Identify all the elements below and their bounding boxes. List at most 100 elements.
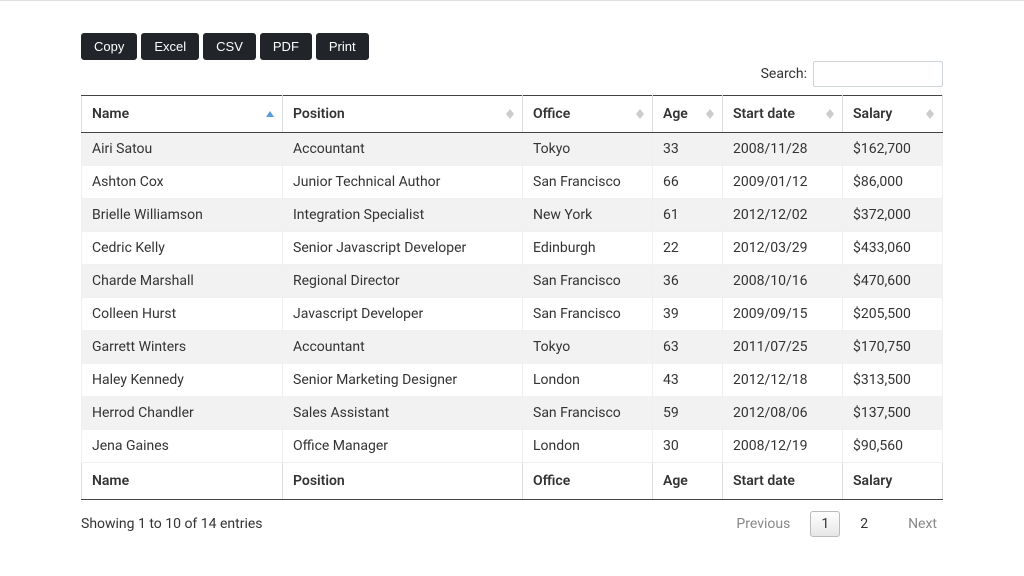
- column-footer-start-date: Start date: [723, 463, 843, 500]
- cell-salary: $433,060: [843, 232, 943, 265]
- cell-name: Colleen Hurst: [82, 298, 283, 331]
- cell-age: 61: [653, 199, 723, 232]
- column-footer-name: Name: [82, 463, 283, 500]
- pagination-previous[interactable]: Previous: [730, 512, 796, 536]
- table-info: Showing 1 to 10 of 14 entries: [81, 516, 263, 532]
- column-header-label: Name: [92, 106, 129, 122]
- sort-both-icon: [636, 109, 644, 119]
- cell-office: London: [523, 430, 653, 463]
- column-header-start-date[interactable]: Start date: [723, 96, 843, 133]
- cell-office: Tokyo: [523, 331, 653, 364]
- column-header-age[interactable]: Age: [653, 96, 723, 133]
- cell-office: San Francisco: [523, 265, 653, 298]
- pagination: Previous 12 Next: [730, 512, 943, 536]
- cell-position: Integration Specialist: [283, 199, 523, 232]
- cell-salary: $86,000: [843, 166, 943, 199]
- cell-name: Herrod Chandler: [82, 397, 283, 430]
- sort-asc-icon: [266, 111, 274, 117]
- cell-position: Senior Javascript Developer: [283, 232, 523, 265]
- table-row: Colleen HurstJavascript DeveloperSan Fra…: [82, 298, 943, 331]
- cell-age: 39: [653, 298, 723, 331]
- cell-age: 43: [653, 364, 723, 397]
- pagination-page-1[interactable]: 1: [810, 511, 840, 537]
- column-footer-office: Office: [523, 463, 653, 500]
- table-row: Ashton CoxJunior Technical AuthorSan Fra…: [82, 166, 943, 199]
- cell-position: Sales Assistant: [283, 397, 523, 430]
- data-table: Name Position Office: [81, 95, 943, 500]
- cell-age: 22: [653, 232, 723, 265]
- cell-position: Accountant: [283, 331, 523, 364]
- cell-name: Ashton Cox: [82, 166, 283, 199]
- cell-position: Accountant: [283, 133, 523, 166]
- table-row: Herrod ChandlerSales AssistantSan Franci…: [82, 397, 943, 430]
- column-header-name[interactable]: Name: [82, 96, 283, 133]
- export-buttons: Copy Excel CSV PDF Print: [81, 33, 369, 60]
- column-footer-age: Age: [653, 463, 723, 500]
- cell-name: Cedric Kelly: [82, 232, 283, 265]
- table-row: Cedric KellySenior Javascript DeveloperE…: [82, 232, 943, 265]
- cell-start_date: 2008/11/28: [723, 133, 843, 166]
- cell-start_date: 2009/09/15: [723, 298, 843, 331]
- copy-button[interactable]: Copy: [81, 33, 137, 60]
- pagination-page-2[interactable]: 2: [854, 512, 874, 536]
- pagination-next[interactable]: Next: [902, 512, 943, 536]
- cell-position: Senior Marketing Designer: [283, 364, 523, 397]
- sort-both-icon: [926, 109, 934, 119]
- column-header-position[interactable]: Position: [283, 96, 523, 133]
- cell-salary: $313,500: [843, 364, 943, 397]
- cell-office: Tokyo: [523, 133, 653, 166]
- cell-start_date: 2011/07/25: [723, 331, 843, 364]
- cell-salary: $162,700: [843, 133, 943, 166]
- table-row: Charde MarshallRegional DirectorSan Fran…: [82, 265, 943, 298]
- table-row: Airi SatouAccountantTokyo332008/11/28$16…: [82, 133, 943, 166]
- table-row: Haley KennedySenior Marketing DesignerLo…: [82, 364, 943, 397]
- cell-office: San Francisco: [523, 397, 653, 430]
- column-header-salary[interactable]: Salary: [843, 96, 943, 133]
- cell-office: San Francisco: [523, 166, 653, 199]
- cell-name: Haley Kennedy: [82, 364, 283, 397]
- cell-position: Regional Director: [283, 265, 523, 298]
- column-header-label: Salary: [853, 106, 892, 122]
- column-header-label: Start date: [733, 106, 795, 122]
- cell-salary: $205,500: [843, 298, 943, 331]
- cell-start_date: 2009/01/12: [723, 166, 843, 199]
- cell-name: Charde Marshall: [82, 265, 283, 298]
- cell-salary: $137,500: [843, 397, 943, 430]
- excel-button[interactable]: Excel: [141, 33, 199, 60]
- cell-age: 36: [653, 265, 723, 298]
- cell-position: Junior Technical Author: [283, 166, 523, 199]
- table-row: Jena GainesOffice ManagerLondon302008/12…: [82, 430, 943, 463]
- column-header-label: Age: [663, 106, 688, 122]
- cell-age: 63: [653, 331, 723, 364]
- cell-age: 33: [653, 133, 723, 166]
- cell-name: Airi Satou: [82, 133, 283, 166]
- cell-salary: $90,560: [843, 430, 943, 463]
- cell-start_date: 2008/12/19: [723, 430, 843, 463]
- cell-start_date: 2012/03/29: [723, 232, 843, 265]
- column-footer-salary: Salary: [843, 463, 943, 500]
- sort-both-icon: [506, 109, 514, 119]
- search-input[interactable]: [813, 61, 943, 87]
- csv-button[interactable]: CSV: [203, 33, 256, 60]
- print-button[interactable]: Print: [316, 33, 369, 60]
- cell-salary: $170,750: [843, 331, 943, 364]
- cell-office: New York: [523, 199, 653, 232]
- cell-start_date: 2012/12/02: [723, 199, 843, 232]
- cell-position: Office Manager: [283, 430, 523, 463]
- cell-start_date: 2012/08/06: [723, 397, 843, 430]
- sort-both-icon: [826, 109, 834, 119]
- search-label: Search:: [761, 66, 807, 82]
- table-row: Brielle WilliamsonIntegration Specialist…: [82, 199, 943, 232]
- column-header-label: Office: [533, 106, 570, 122]
- cell-name: Garrett Winters: [82, 331, 283, 364]
- column-header-label: Position: [293, 106, 345, 122]
- sort-both-icon: [706, 109, 714, 119]
- column-header-office[interactable]: Office: [523, 96, 653, 133]
- cell-salary: $470,600: [843, 265, 943, 298]
- pdf-button[interactable]: PDF: [260, 33, 312, 60]
- cell-salary: $372,000: [843, 199, 943, 232]
- cell-office: San Francisco: [523, 298, 653, 331]
- cell-office: Edinburgh: [523, 232, 653, 265]
- cell-age: 66: [653, 166, 723, 199]
- column-footer-position: Position: [283, 463, 523, 500]
